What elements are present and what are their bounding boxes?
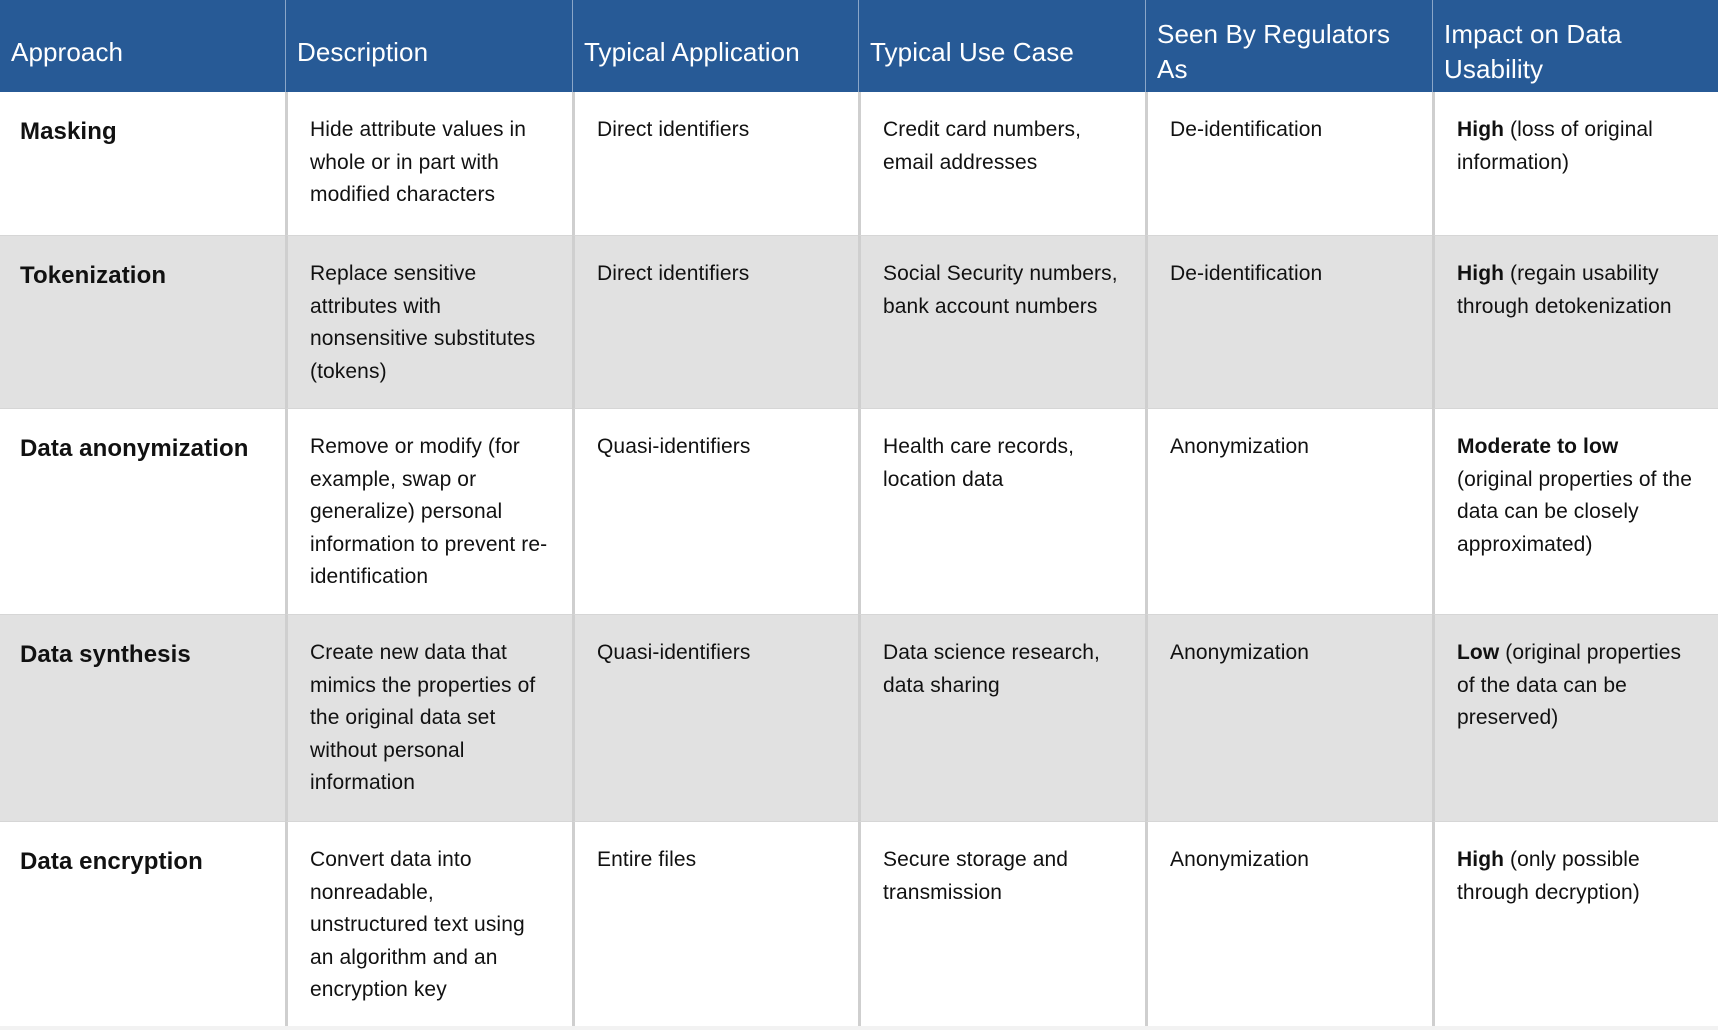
regulator-view-cell: De-identification (1145, 92, 1432, 235)
regulator-view-cell: De-identification (1145, 235, 1432, 408)
regulator-view-cell: Anonymization (1145, 408, 1432, 614)
column-header-description: Description (285, 0, 572, 92)
approach-cell: Data synthesis (0, 614, 285, 821)
description-cell: Create new data that mimics the properti… (285, 614, 572, 821)
impact-level: Low (1457, 641, 1500, 664)
typical-application-cell: Direct identifiers (572, 235, 858, 408)
typical-use-case-cell: Secure storage and transmission (858, 821, 1145, 1026)
approach-cell: Data anonymization (0, 408, 285, 614)
column-header-typical-use-case: Typical Use Case (858, 0, 1145, 92)
impact-cell: High (loss of original information) (1432, 92, 1718, 235)
impact-level: Moderate to low (1457, 435, 1619, 458)
typical-use-case-cell: Credit card numbers, email addresses (858, 92, 1145, 235)
typical-use-case-cell: Data science research, data sharing (858, 614, 1145, 821)
typical-application-cell: Quasi-identifiers (572, 408, 858, 614)
data-protection-approaches-table: Approach Description Typical Application… (0, 0, 1718, 1026)
column-header-typical-application: Typical Application (572, 0, 858, 92)
table-bottom-edge (0, 1026, 1718, 1030)
impact-cell: Moderate to low (original properties of … (1432, 408, 1718, 614)
column-header-approach: Approach (0, 0, 285, 92)
typical-application-cell: Entire files (572, 821, 858, 1026)
impact-level: High (1457, 262, 1505, 285)
description-cell: Convert data into nonreadable, unstructu… (285, 821, 572, 1026)
typical-application-cell: Direct identifiers (572, 92, 858, 235)
typical-use-case-cell: Health care records, location data (858, 408, 1145, 614)
impact-level: High (1457, 848, 1505, 871)
approach-cell: Masking (0, 92, 285, 235)
typical-application-cell: Quasi-identifiers (572, 614, 858, 821)
impact-cell: High (regain usability through detokeniz… (1432, 235, 1718, 408)
approach-cell: Data encryption (0, 821, 285, 1026)
impact-cell: Low (original properties of the data can… (1432, 614, 1718, 821)
column-header-seen-by-regulators: Seen By Regulators As (1145, 0, 1432, 92)
description-cell: Replace sensitive attributes with nonsen… (285, 235, 572, 408)
column-header-impact-on-usability: Impact on Data Usability (1432, 0, 1718, 92)
description-cell: Hide attribute values in whole or in par… (285, 92, 572, 235)
regulator-view-cell: Anonymization (1145, 821, 1432, 1026)
impact-level: High (1457, 118, 1505, 141)
regulator-view-cell: Anonymization (1145, 614, 1432, 821)
impact-cell: High (only possible through decryption) (1432, 821, 1718, 1026)
typical-use-case-cell: Social Security numbers, bank account nu… (858, 235, 1145, 408)
approach-cell: Tokenization (0, 235, 285, 408)
description-cell: Remove or modify (for example, swap or g… (285, 408, 572, 614)
impact-note: (original properties of the data can be … (1457, 467, 1692, 556)
